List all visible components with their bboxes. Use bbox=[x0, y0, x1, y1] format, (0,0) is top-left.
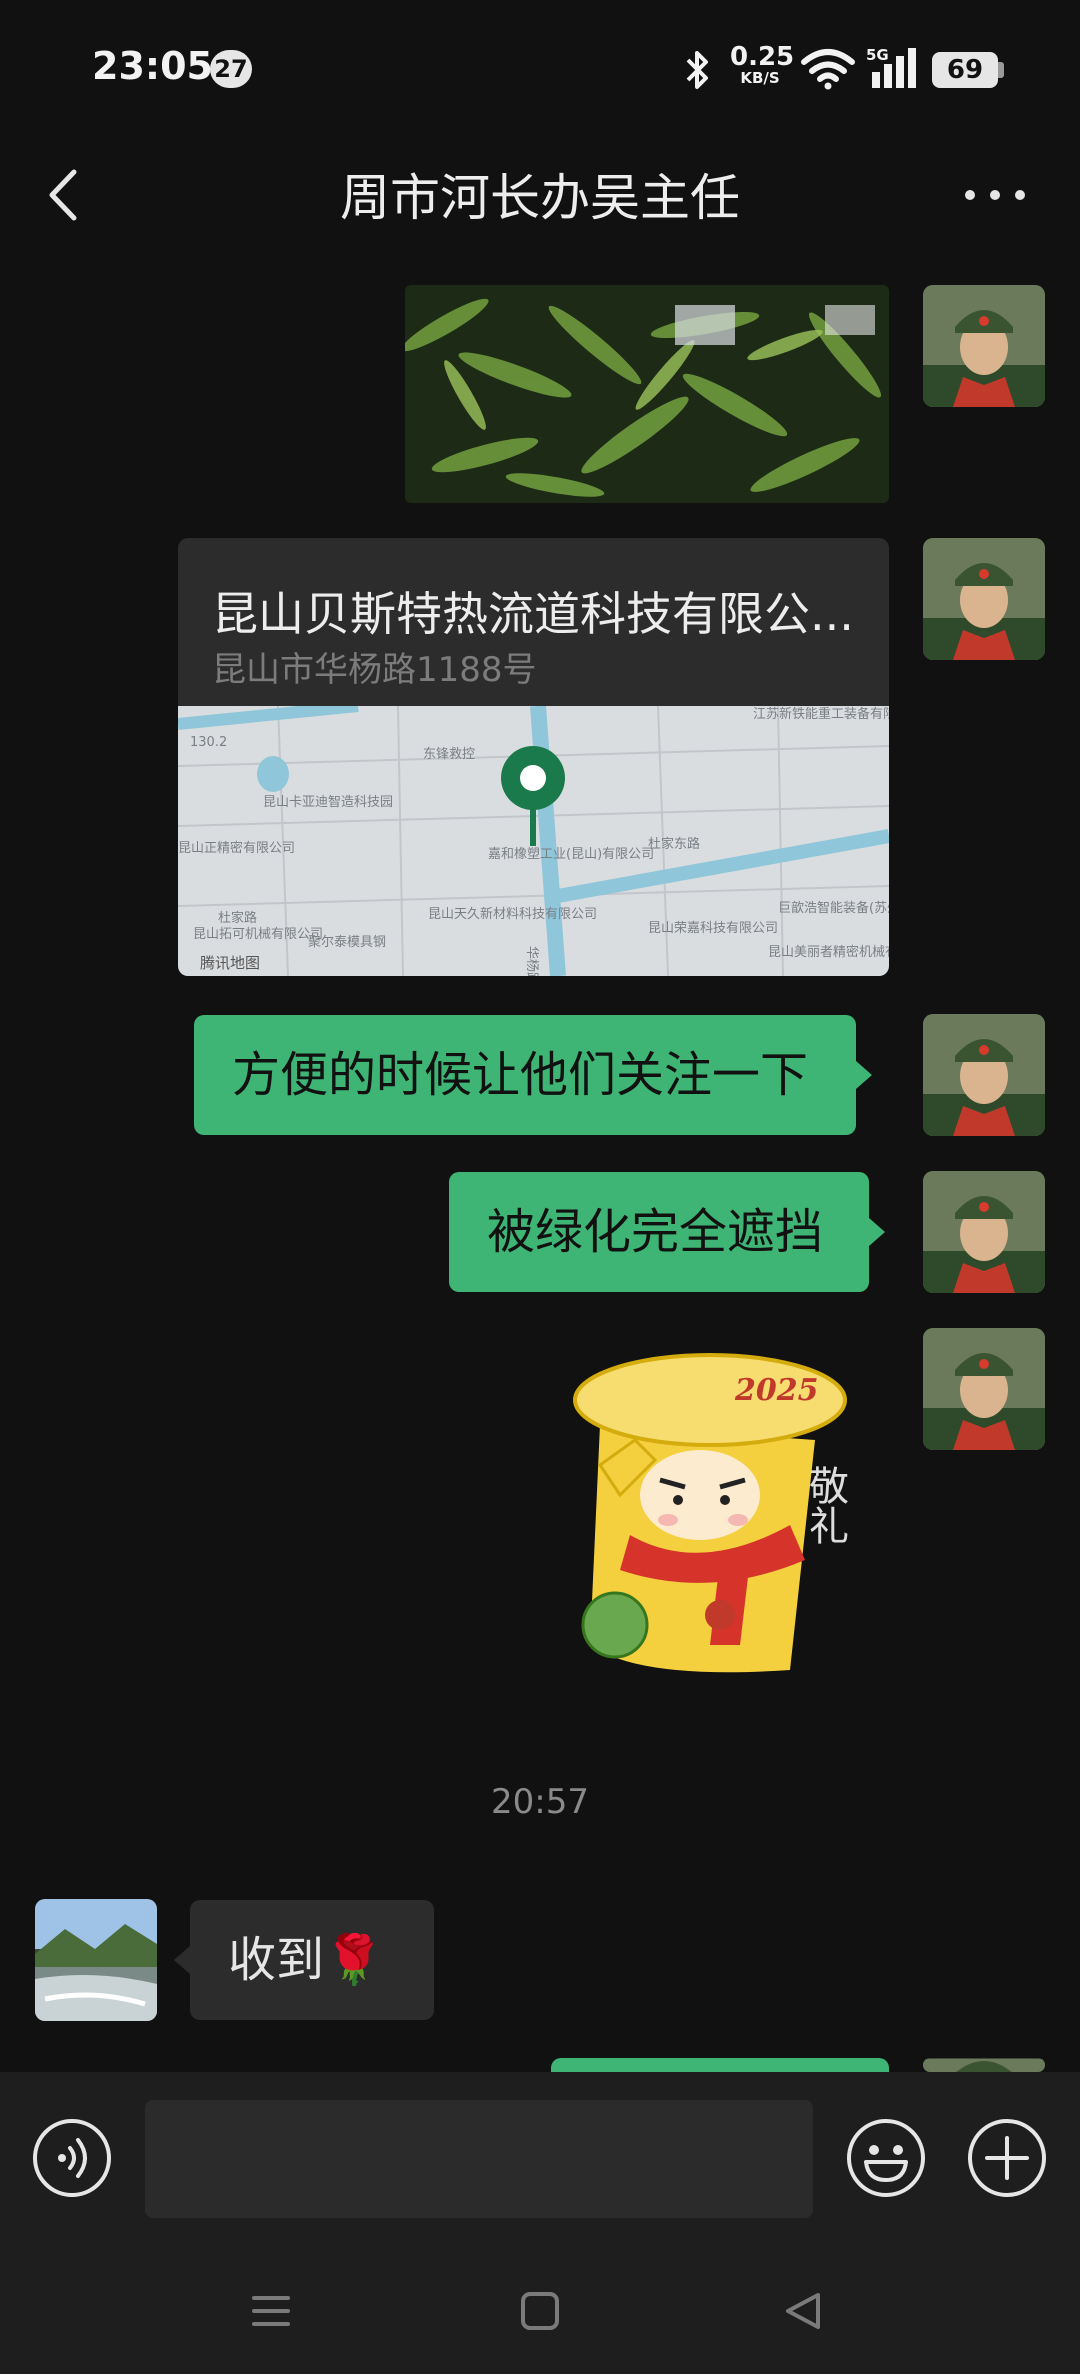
map-label: 昆山天久新材料科技有限公司 bbox=[428, 906, 597, 922]
foliage-photo bbox=[405, 285, 889, 503]
map-label: 巨歆浩智能装备(苏州)有限公司 bbox=[778, 900, 889, 916]
voice-icon[interactable] bbox=[32, 2118, 112, 2198]
map-label: 聚尔泰模具钢 bbox=[308, 935, 386, 950]
my-avatar[interactable] bbox=[923, 1171, 1045, 1293]
cellular-signal-icon: 5G bbox=[866, 46, 916, 88]
avatar-portrait bbox=[923, 1328, 1045, 1450]
my-avatar[interactable] bbox=[923, 538, 1045, 660]
sent-text-message[interactable]: 被绿化完全遮挡 bbox=[449, 1172, 886, 1292]
my-avatar[interactable] bbox=[923, 1328, 1045, 1450]
avatar-portrait bbox=[923, 1171, 1045, 1293]
map-label: 东锋救控 bbox=[423, 746, 475, 762]
avatar-portrait bbox=[923, 285, 1045, 407]
received-text-message[interactable]: 收到🌹 bbox=[174, 1900, 434, 2020]
notification-count-badge: 27 bbox=[210, 50, 252, 88]
map-label: 嘉和橡塑工业(昆山)有限公司 bbox=[488, 847, 654, 862]
message-input[interactable] bbox=[145, 2100, 813, 2218]
wifi-icon bbox=[801, 49, 855, 90]
map-label: 昆山荣嘉科技有限公司 bbox=[648, 921, 778, 936]
status-time: 23:05 bbox=[92, 44, 213, 88]
map-label: 江苏新铁能重工装备有限公司 bbox=[753, 706, 889, 722]
bluetooth-icon bbox=[686, 51, 708, 89]
sent-text-message[interactable]: 方便的时候让他们关注一下 bbox=[194, 1015, 873, 1135]
recent-apps-icon[interactable] bbox=[250, 2290, 292, 2332]
chat-title: 周市河长办吴主任 bbox=[340, 169, 740, 227]
avatar-portrait bbox=[923, 1014, 1045, 1136]
network-speed: 0.25 KB/S bbox=[730, 42, 795, 87]
map-label: 昆山正精密有限公司 bbox=[178, 840, 295, 856]
sticker-text: 敬礼 bbox=[802, 1465, 849, 1545]
my-avatar[interactable] bbox=[923, 2058, 1045, 2072]
map-label: 昆山卡亚迪智造科技园 bbox=[263, 795, 393, 810]
location-map: 东锋救控 昆山卡亚迪智造科技园 嘉和橡塑工业(昆山)有限公司 江苏新铁能重工装备… bbox=[178, 706, 889, 976]
map-label: 130.2 bbox=[190, 735, 227, 750]
emoji-icon[interactable] bbox=[846, 2118, 926, 2198]
sticker-year: 2025 bbox=[734, 1373, 819, 1408]
battery-indicator: 69 bbox=[932, 52, 998, 88]
contact-avatar[interactable] bbox=[35, 1899, 157, 2021]
home-icon[interactable] bbox=[519, 2290, 561, 2332]
map-label: 华杨路 bbox=[524, 946, 540, 976]
avatar-portrait bbox=[923, 538, 1045, 660]
map-attribution: 腾讯地图 bbox=[200, 954, 260, 972]
time-separator: 20:57 bbox=[491, 1782, 589, 1822]
net-speed-unit: KB/S bbox=[740, 69, 780, 87]
back-button[interactable] bbox=[40, 160, 90, 230]
nav-back-icon[interactable] bbox=[782, 2290, 824, 2332]
avatar-portrait bbox=[923, 2059, 1045, 2072]
more-options-button[interactable] bbox=[960, 170, 1030, 220]
signal-label: 5G bbox=[866, 46, 889, 64]
location-name: 昆山贝斯特热流道科技有限公... bbox=[212, 587, 854, 641]
plus-icon[interactable] bbox=[967, 2118, 1047, 2198]
map-label: 昆山拓可机械有限公司 bbox=[193, 927, 323, 942]
location-message-card[interactable]: 昆山贝斯特热流道科技有限公... 昆山市华杨路1188号 东锋救控 昆山卡亚迪智… bbox=[178, 538, 889, 976]
map-label: 杜家东路 bbox=[648, 836, 700, 852]
net-speed-value: 0.25 bbox=[730, 42, 795, 72]
image-message[interactable] bbox=[405, 285, 889, 503]
my-avatar[interactable] bbox=[923, 1014, 1045, 1136]
map-label: 昆山美丽者精密机械有限公司 bbox=[768, 944, 889, 960]
map-label: 杜家路 bbox=[218, 910, 257, 926]
battery-tip bbox=[998, 62, 1004, 78]
salute-sticker[interactable]: 2025 敬礼 bbox=[560, 1345, 880, 1690]
my-avatar[interactable] bbox=[923, 285, 1045, 407]
location-address: 昆山市华杨路1188号 bbox=[212, 650, 537, 690]
avatar-landscape bbox=[35, 1899, 157, 2021]
